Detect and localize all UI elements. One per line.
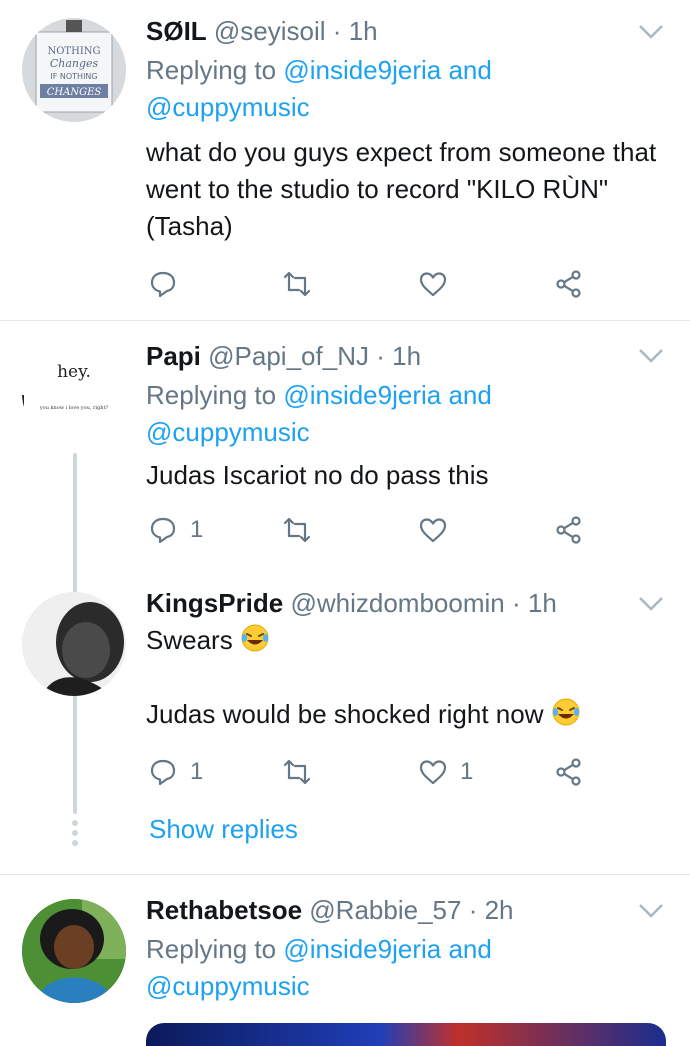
avatar[interactable] xyxy=(22,592,126,696)
tweet-header: Papi @Papi_of_NJ · 1h xyxy=(146,339,660,373)
user-handle[interactable]: @Papi_of_NJ xyxy=(208,341,369,371)
tweet-media-image[interactable] xyxy=(146,1023,666,1046)
replying-prefix: Replying to xyxy=(146,55,277,85)
mention-link[interactable]: @cuppymusic xyxy=(146,92,310,122)
mention-and[interactable]: and xyxy=(448,55,491,85)
display-name[interactable]: Papi xyxy=(146,341,201,371)
tweet-actions: 1 1 xyxy=(146,752,596,792)
avatar-text: IF NOTHING xyxy=(50,72,97,81)
tweet-header: Rethabetsoe @Rabbie_57 · 2h xyxy=(146,893,660,927)
display-name[interactable]: KingsPride xyxy=(146,588,283,618)
reply-icon xyxy=(150,759,176,786)
chevron-down-icon[interactable] xyxy=(638,348,664,364)
timestamp[interactable]: 1h xyxy=(349,16,378,46)
chevron-down-icon[interactable] xyxy=(638,903,664,919)
tweet-actions xyxy=(146,264,596,304)
tweet-text-line: Swears xyxy=(146,625,233,655)
separator-dot: · xyxy=(376,341,385,371)
reply-count: 1 xyxy=(190,758,204,785)
mention-link[interactable]: @inside9jeria xyxy=(283,934,441,964)
like-button[interactable] xyxy=(418,264,460,304)
reply-button[interactable]: 1 xyxy=(148,752,203,792)
laughing-emoji xyxy=(241,624,269,652)
chevron-down-icon[interactable] xyxy=(638,596,664,612)
timestamp[interactable]: 1h xyxy=(528,588,557,618)
user-handle[interactable]: @seyisoil xyxy=(214,16,326,46)
retweet-icon xyxy=(283,759,311,785)
replying-to: Replying to @inside9jeria and @cuppymusi… xyxy=(146,931,660,1005)
share-button[interactable] xyxy=(554,264,584,304)
replying-to: Replying to @inside9jeria and @cuppymusi… xyxy=(146,377,660,451)
like-count: 1 xyxy=(460,758,474,785)
avatar-text: NOTHING xyxy=(47,46,100,57)
share-icon xyxy=(556,758,581,786)
mention-link[interactable]: @cuppymusic xyxy=(146,971,310,1001)
separator-dot: · xyxy=(468,895,478,925)
retweet-button[interactable] xyxy=(282,510,312,550)
mention-and[interactable]: and xyxy=(448,934,491,964)
timestamp[interactable]: 1h xyxy=(392,341,421,371)
retweet-button[interactable] xyxy=(282,264,312,304)
replying-prefix: Replying to xyxy=(146,934,277,964)
avatar[interactable]: hey. you know i love you, right? xyxy=(22,341,126,445)
chevron-down-icon[interactable] xyxy=(638,24,664,40)
reply-icon xyxy=(150,271,176,298)
avatar-text: you know i love you, right? xyxy=(39,405,109,411)
tweet-kingspride[interactable]: KingsPride @whizdomboomin · 1h Swears Ju… xyxy=(0,582,690,874)
user-handle[interactable]: @whizdomboomin xyxy=(290,588,504,618)
laughing-emoji xyxy=(552,698,580,726)
retweet-button[interactable] xyxy=(282,752,312,792)
tweet-text: Judas Iscariot no do pass this xyxy=(146,460,489,490)
replying-prefix: Replying to xyxy=(146,380,277,410)
like-icon xyxy=(419,518,447,543)
display-name[interactable]: Rethabetsoe xyxy=(146,895,302,925)
avatar[interactable]: NOTHING Changes IF NOTHING CHANGES xyxy=(22,18,126,122)
share-button[interactable] xyxy=(554,510,584,550)
avatar-text: hey. xyxy=(57,362,91,382)
like-button[interactable] xyxy=(418,510,460,550)
share-button[interactable] xyxy=(554,752,584,792)
like-icon xyxy=(419,760,447,785)
display-name[interactable]: SØIL xyxy=(146,16,207,46)
tweet-papi[interactable]: hey. you know i love you, right? Papi @P… xyxy=(0,321,690,717)
replying-to: Replying to @inside9jeria and @cuppymusi… xyxy=(146,52,660,126)
timestamp[interactable]: 2h xyxy=(485,895,514,925)
tweet-actions: 1 xyxy=(146,510,596,550)
thread-line xyxy=(73,704,77,814)
separator-dot: · xyxy=(511,588,521,618)
tweet-rethabetsoe[interactable]: Rethabetsoe @Rabbie_57 · 2h Replying to … xyxy=(0,875,690,1046)
show-replies-link[interactable]: Show replies xyxy=(149,814,298,845)
mention-link[interactable]: @cuppymusic xyxy=(146,417,310,447)
separator-dot: · xyxy=(332,16,342,46)
mention-link[interactable]: @inside9jeria xyxy=(283,55,441,85)
retweet-icon xyxy=(283,517,311,543)
thread-dots xyxy=(72,820,78,850)
tweet-header: KingsPride @whizdomboomin · 1h xyxy=(146,586,660,620)
tweet-header: SØIL @seyisoil · 1h xyxy=(146,14,660,48)
reply-button[interactable] xyxy=(148,264,190,304)
tweet-text: Swears Judas would be shocked right now xyxy=(146,622,660,733)
like-icon xyxy=(419,272,447,297)
mention-link[interactable]: @inside9jeria xyxy=(283,380,441,410)
like-button[interactable]: 1 xyxy=(418,752,473,792)
avatar-text: CHANGES xyxy=(47,87,102,98)
user-handle[interactable]: @Rabbie_57 xyxy=(309,895,461,925)
reply-count: 1 xyxy=(190,516,204,543)
share-icon xyxy=(556,270,581,298)
tweet-seyisoil[interactable]: NOTHING Changes IF NOTHING CHANGES SØIL … xyxy=(0,0,690,320)
tweet-text: what do you guys expect from someone tha… xyxy=(146,137,657,241)
share-icon xyxy=(556,516,581,544)
mention-and[interactable]: and xyxy=(448,380,491,410)
avatar-text: Changes xyxy=(50,57,99,70)
reply-icon xyxy=(150,517,176,544)
retweet-icon xyxy=(283,271,311,297)
tweet-text-line: Judas would be shocked right now xyxy=(146,699,544,729)
reply-button[interactable]: 1 xyxy=(148,510,203,550)
avatar[interactable] xyxy=(22,899,126,1003)
